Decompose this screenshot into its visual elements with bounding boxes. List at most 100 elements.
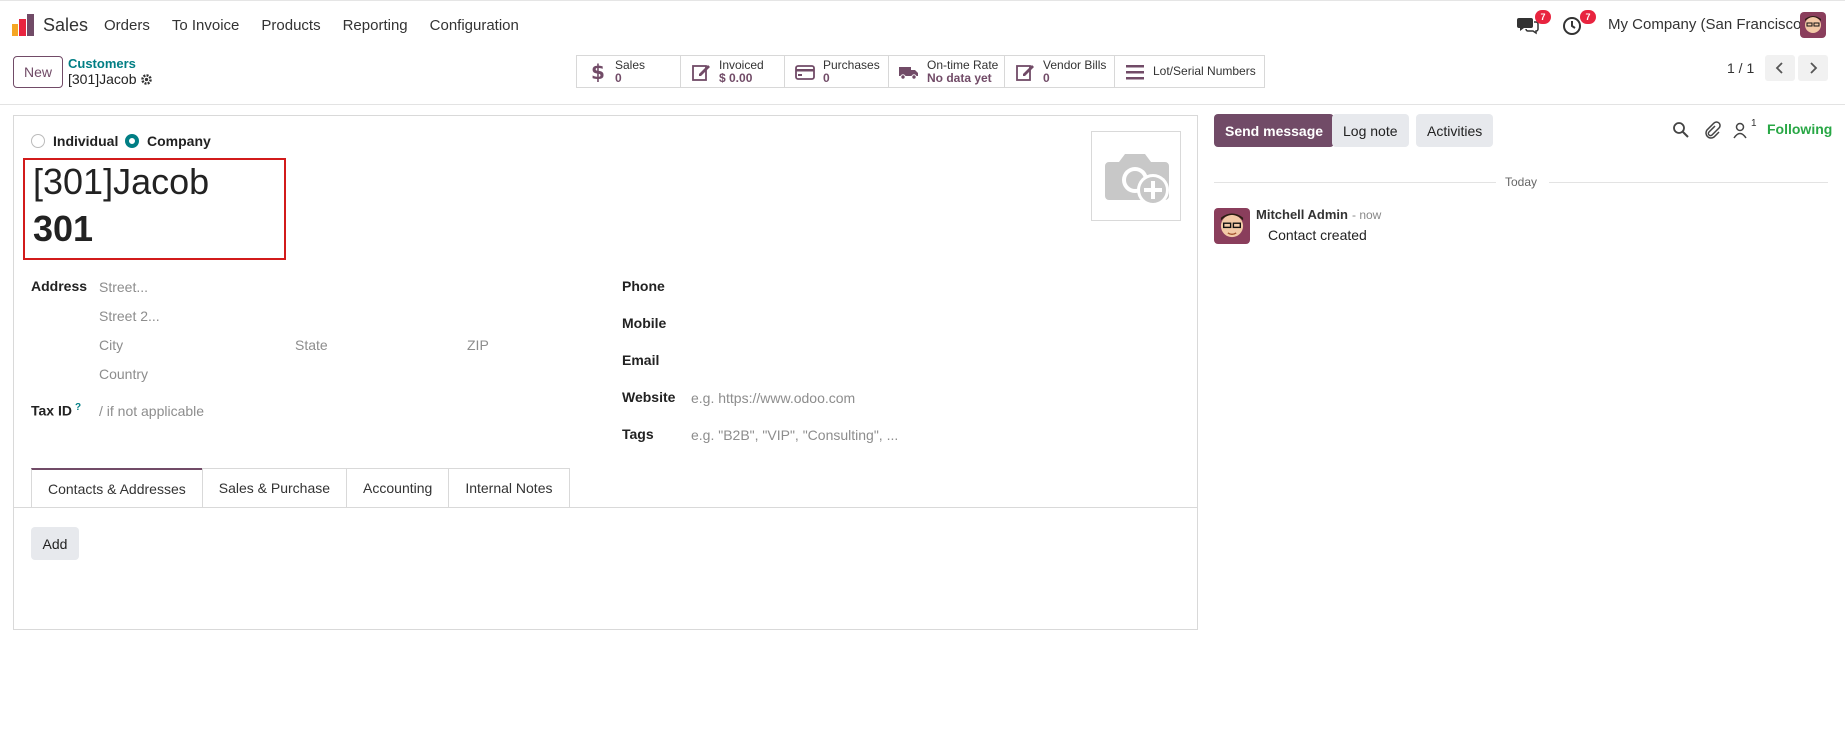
tab-accounting[interactable]: Accounting <box>346 468 450 507</box>
menu-orders[interactable]: Orders <box>104 17 150 34</box>
menu-reporting[interactable]: Reporting <box>343 17 408 34</box>
messages-button[interactable]: 7 <box>1517 10 1551 36</box>
tab-divider <box>14 507 1197 508</box>
tags-label: Tags <box>622 426 654 442</box>
address-label: Address <box>31 278 88 294</box>
sales-app-icon[interactable] <box>11 14 35 36</box>
paperclip-icon[interactable] <box>1703 121 1721 139</box>
activities-badge: 7 <box>1580 10 1596 24</box>
message-body: Contact created <box>1268 227 1367 243</box>
new-button[interactable]: New <box>13 56 63 88</box>
tax-id-input[interactable]: / if not applicable <box>99 403 204 419</box>
smart-value: 0 <box>1043 70 1050 85</box>
radio-dot-selected <box>125 134 139 148</box>
message-author[interactable]: Mitchell Admin <box>1256 207 1348 222</box>
control-panel: New Customers [301]Jacob $ Sales 0 Invoic… <box>0 47 1845 105</box>
truck-icon <box>899 66 918 80</box>
radio-company[interactable]: Company <box>125 133 211 149</box>
search-icon[interactable] <box>1672 121 1690 139</box>
smart-label: Invoiced <box>719 57 764 72</box>
top-navbar: Sales Orders To Invoice Products Reporti… <box>0 0 1845 47</box>
tab-contacts-addresses[interactable]: Contacts & Addresses <box>31 468 203 507</box>
help-icon[interactable]: ? <box>75 402 81 413</box>
following-button[interactable]: Following <box>1767 121 1832 137</box>
smart-label: Vendor Bills <box>1043 57 1107 72</box>
date-separator: Today <box>1505 175 1538 189</box>
smart-button-purchases[interactable]: Purchases 0 <box>784 55 889 88</box>
email-label: Email <box>622 352 660 368</box>
radio-individual[interactable]: Individual <box>31 133 118 149</box>
edit-icon <box>692 64 710 81</box>
state-select[interactable]: State <box>295 337 328 353</box>
menu-configuration[interactable]: Configuration <box>430 17 519 34</box>
date-separator-line <box>1549 182 1828 183</box>
smart-button-on-time-rate[interactable]: On-time Rate No data yet <box>888 55 1005 88</box>
tab-sales-purchase[interactable]: Sales & Purchase <box>201 468 348 507</box>
company-switcher[interactable]: My Company (San Francisco) <box>1608 16 1806 33</box>
smart-value: No data yet <box>927 70 992 85</box>
smart-button-lot-serial[interactable]: Lot/Serial Numbers <box>1114 55 1265 88</box>
smart-label: On-time Rate <box>927 57 999 72</box>
smart-value: 0 <box>823 70 830 85</box>
add-contact-button[interactable]: Add <box>31 527 79 560</box>
street2-input[interactable]: Street 2... <box>99 308 160 324</box>
breadcrumb-customers[interactable]: Customers <box>68 56 136 71</box>
image-upload[interactable] <box>1091 131 1181 221</box>
tab-internal-notes[interactable]: Internal Notes <box>448 468 570 507</box>
svg-text:$: $ <box>591 62 605 82</box>
pager-next-button[interactable] <box>1798 55 1828 81</box>
country-select[interactable]: Country <box>99 366 148 382</box>
chevron-left-icon <box>1775 62 1783 74</box>
radio-dot <box>31 134 45 148</box>
log-note-button[interactable]: Log note <box>1332 114 1409 147</box>
message-author-avatar[interactable] <box>1214 208 1250 244</box>
radio-individual-label: Individual <box>53 133 119 149</box>
smart-label: Purchases <box>823 57 880 72</box>
smart-button-invoiced[interactable]: Invoiced $ 0.00 <box>680 55 785 88</box>
radio-company-label: Company <box>147 133 211 149</box>
smart-button-sales[interactable]: $ Sales 0 <box>576 55 681 88</box>
mobile-label: Mobile <box>622 315 667 331</box>
pager-previous-button[interactable] <box>1765 55 1795 81</box>
menu-to-invoice[interactable]: To Invoice <box>172 17 240 34</box>
smart-label: Sales <box>615 57 646 72</box>
user-avatar[interactable] <box>1800 12 1826 38</box>
main-menu: Orders To Invoice Products Reporting Con… <box>104 17 541 34</box>
pager-value[interactable]: 1 / 1 <box>1727 60 1754 76</box>
gear-icon[interactable] <box>140 73 153 86</box>
activities-button[interactable]: Activities <box>1416 114 1494 147</box>
edit-icon <box>1016 64 1034 81</box>
user-avatar-icon <box>1800 12 1826 38</box>
followers-icon[interactable] <box>1732 121 1750 139</box>
reference-field[interactable]: 301 <box>33 208 93 250</box>
name-field[interactable]: [301]Jacob <box>33 161 209 203</box>
chevron-right-icon <box>1810 62 1818 74</box>
send-message-button[interactable]: Send message <box>1214 114 1335 147</box>
website-input[interactable]: e.g. https://www.odoo.com <box>691 390 855 406</box>
form-sheet: Individual Company [301]Jacob 301 Addres… <box>13 115 1198 630</box>
smart-value: 0 <box>615 70 622 85</box>
website-label: Website <box>622 389 676 405</box>
user-avatar-icon <box>1214 208 1250 244</box>
city-input[interactable]: City <box>99 337 123 353</box>
smart-button-vendor-bills[interactable]: Vendor Bills 0 <box>1004 55 1115 88</box>
smart-label: Lot/Serial Numbers <box>1153 64 1256 78</box>
credit-card-icon <box>795 64 815 80</box>
tax-id-label: Tax ID? <box>31 402 81 419</box>
breadcrumb-current-label: [301]Jacob <box>68 71 137 87</box>
menu-products[interactable]: Products <box>261 17 320 34</box>
tags-input[interactable]: e.g. "B2B", "VIP", "Consulting", ... <box>691 427 898 443</box>
activities-button[interactable]: 7 <box>1562 10 1596 36</box>
dollar-icon: $ <box>591 62 605 82</box>
smart-value: $ 0.00 <box>719 70 753 85</box>
tax-id-label-text: Tax ID <box>31 402 72 419</box>
date-separator-line <box>1214 182 1496 183</box>
followers-count: 1 <box>1751 118 1757 129</box>
zip-input[interactable]: ZIP <box>467 337 489 353</box>
message-time: - now <box>1352 208 1382 222</box>
phone-label: Phone <box>622 278 665 294</box>
app-name[interactable]: Sales <box>43 15 88 36</box>
camera-plus-icon <box>1105 154 1169 206</box>
list-icon <box>1126 64 1144 79</box>
street-input[interactable]: Street... <box>99 279 148 295</box>
